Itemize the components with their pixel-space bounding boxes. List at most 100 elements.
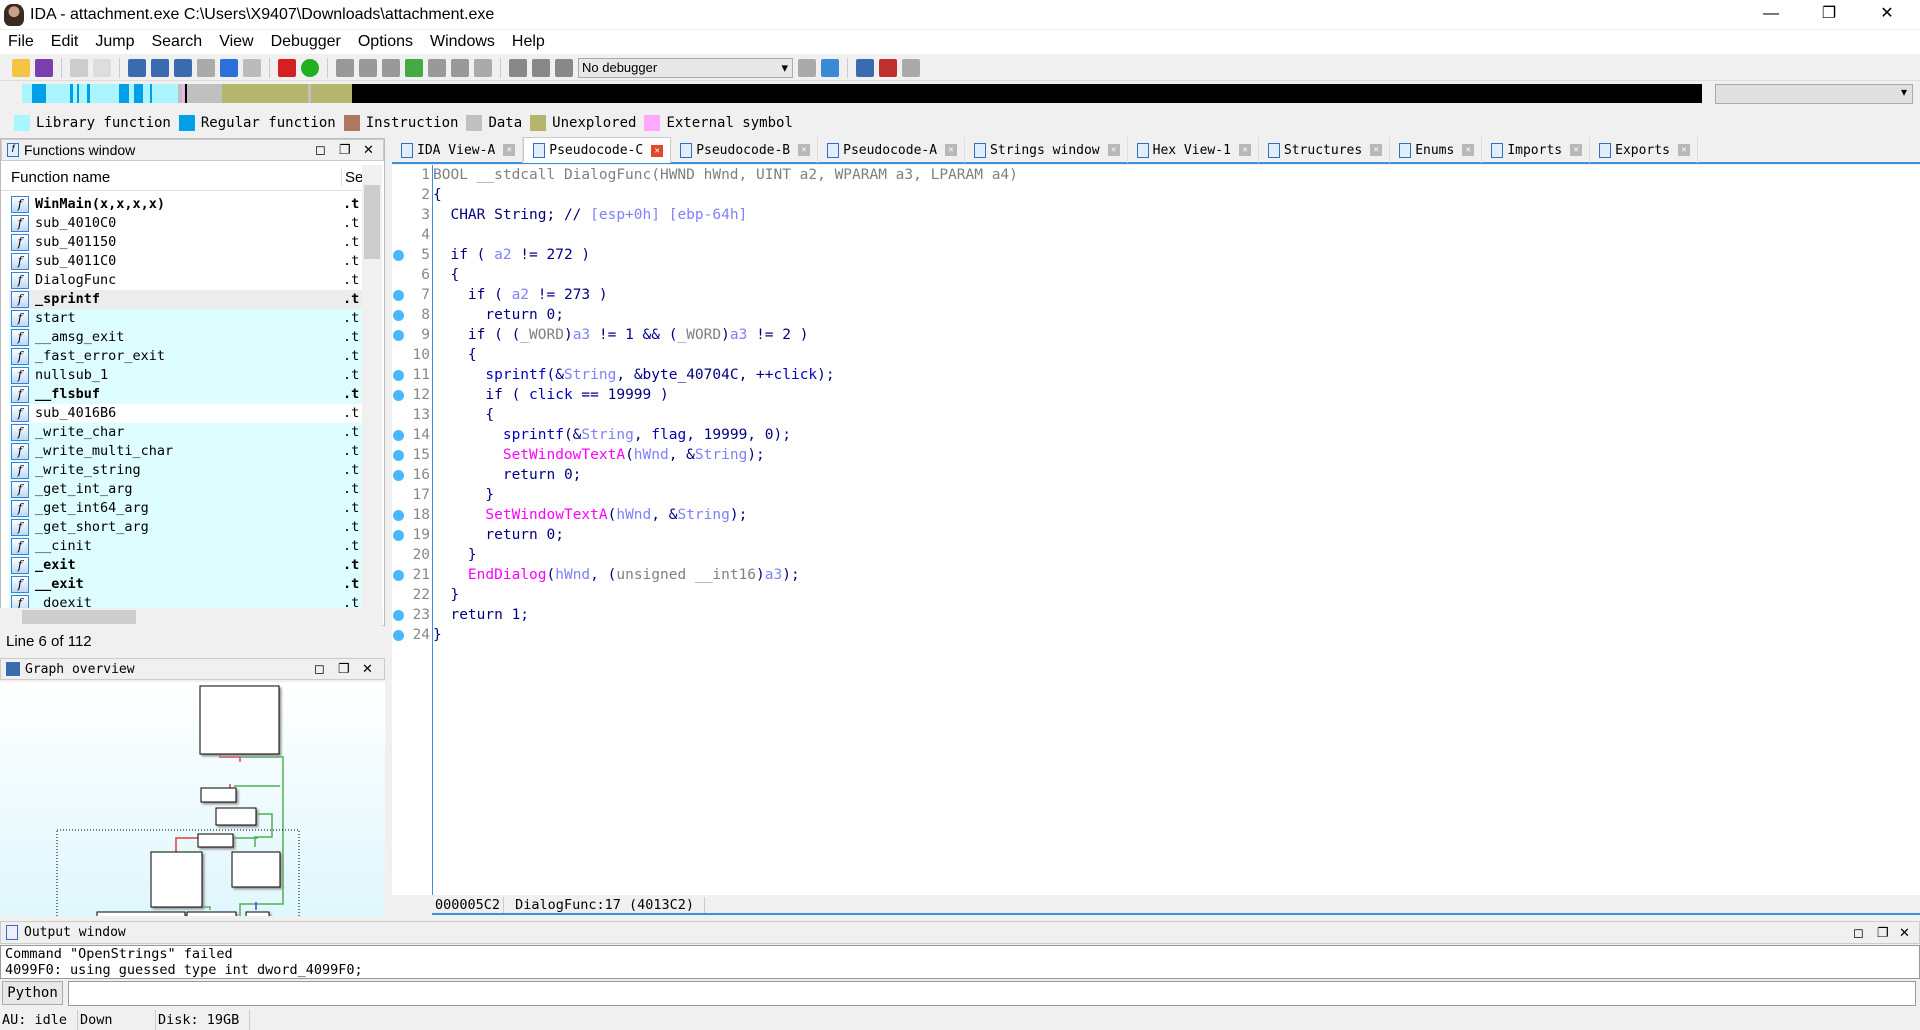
maximize-icon[interactable]: ◻: [1853, 925, 1864, 941]
function-row[interactable]: f nullsub_1 .t: [9, 366, 364, 385]
function-row[interactable]: f _write_string .t: [9, 461, 364, 480]
code-line[interactable]: 18 SetWindowTextA(hWnd, &String);: [392, 505, 1912, 525]
tool-icon[interactable]: [243, 58, 261, 77]
binary-search-icon[interactable]: [128, 58, 146, 77]
code-line[interactable]: 24}: [392, 625, 1912, 645]
function-row[interactable]: f __flsbuf .t: [9, 385, 364, 404]
close-icon[interactable]: ✕: [1899, 925, 1910, 941]
save-icon[interactable]: [35, 58, 53, 77]
menu-edit[interactable]: Edit: [51, 33, 79, 51]
array-icon[interactable]: [428, 58, 446, 77]
scroll-thumb[interactable]: [364, 185, 380, 259]
code-line[interactable]: 17 }: [392, 485, 1912, 505]
function-row[interactable]: f _sprintf .t: [9, 290, 364, 309]
code-line[interactable]: 22 }: [392, 585, 1912, 605]
navigation-band[interactable]: [22, 84, 1702, 103]
menu-options[interactable]: Options: [358, 33, 413, 51]
close-tab-icon[interactable]: ✕: [1570, 144, 1583, 156]
attach-icon[interactable]: [798, 58, 816, 77]
function-row[interactable]: f sub_4011C0 .t: [9, 252, 364, 271]
close-tab-icon[interactable]: ✕: [1370, 144, 1383, 156]
functions-vertical-scrollbar[interactable]: [362, 165, 382, 610]
output-text[interactable]: Command "OpenStrings" failed 4099F0: usi…: [0, 945, 1920, 979]
scroll-thumb[interactable]: [22, 610, 136, 624]
maximize-icon[interactable]: ◻: [314, 661, 325, 677]
code-line[interactable]: 14 sprintf(&String, flag, 19999, 0);: [392, 425, 1912, 445]
menu-view[interactable]: View: [219, 33, 253, 51]
text-search-icon[interactable]: [151, 58, 169, 77]
code-line[interactable]: 23 return 1;: [392, 605, 1912, 625]
struct-icon[interactable]: [405, 58, 423, 77]
function-row[interactable]: f __amsg_exit .t: [9, 328, 364, 347]
function-row[interactable]: f sub_401150 .t: [9, 233, 364, 252]
float-icon[interactable]: ❐: [1877, 925, 1889, 941]
close-tab-icon[interactable]: ✕: [503, 144, 516, 156]
minimize-button[interactable]: —: [1748, 0, 1794, 29]
code-line[interactable]: 10 {: [392, 345, 1912, 365]
immediate-search-icon[interactable]: [174, 58, 192, 77]
undefine-icon[interactable]: [474, 58, 492, 77]
add-breakpoint-icon[interactable]: [879, 58, 897, 77]
tab-imports[interactable]: Imports ✕: [1482, 137, 1591, 163]
close-tab-icon[interactable]: ✕: [798, 144, 811, 156]
function-row[interactable]: f _write_multi_char .t: [9, 442, 364, 461]
menu-help[interactable]: Help: [512, 33, 545, 51]
nav-segment-select[interactable]: [1715, 84, 1913, 104]
function-row[interactable]: f DialogFunc .t: [9, 271, 364, 290]
column-segment[interactable]: Se: [341, 169, 363, 186]
menu-jump[interactable]: Jump: [95, 33, 134, 51]
code-line[interactable]: 16 return 0;: [392, 465, 1912, 485]
green-circle-icon[interactable]: [301, 58, 319, 77]
open-icon[interactable]: [12, 58, 30, 77]
function-row[interactable]: f start .t: [9, 309, 364, 328]
code-line[interactable]: 6 {: [392, 265, 1912, 285]
tab-strings-window[interactable]: Strings window ✕: [965, 137, 1128, 163]
function-row[interactable]: f _write_char .t: [9, 423, 364, 442]
list-icon[interactable]: [856, 58, 874, 77]
tab-structures[interactable]: Structures ✕: [1259, 137, 1391, 163]
restore-button[interactable]: ❐: [1806, 0, 1852, 29]
pause-icon[interactable]: [532, 58, 550, 77]
pseudocode-icon[interactable]: [821, 58, 839, 77]
pseudocode-view[interactable]: 1 BOOL __stdcall DialogFunc(HWND hWnd, UI…: [392, 165, 1920, 895]
tab-ida-view-a[interactable]: IDA View-A ✕: [392, 137, 524, 163]
float-icon[interactable]: ❐: [339, 142, 351, 158]
code-line[interactable]: 19 return 0;: [392, 525, 1912, 545]
play-icon[interactable]: [509, 58, 527, 77]
remove-breakpoint-icon[interactable]: [902, 58, 920, 77]
graph-canvas[interactable]: [0, 682, 385, 1001]
code-line[interactable]: 20 }: [392, 545, 1912, 565]
close-tab-icon[interactable]: ✕: [1107, 144, 1120, 156]
code-icon[interactable]: [336, 58, 354, 77]
close-tab-icon[interactable]: ✕: [1238, 144, 1251, 156]
menu-debugger[interactable]: Debugger: [271, 33, 341, 51]
code-line[interactable]: 5 if ( a2 != 272 ): [392, 245, 1912, 265]
function-row[interactable]: f _get_int_arg .t: [9, 480, 364, 499]
next-icon[interactable]: [197, 58, 215, 77]
function-row[interactable]: f sub_4010C0 .t: [9, 214, 364, 233]
python-command-input[interactable]: [68, 981, 1916, 1006]
function-row[interactable]: f __cinit .t: [9, 537, 364, 556]
close-icon[interactable]: ✕: [362, 661, 373, 677]
menu-search[interactable]: Search: [151, 33, 202, 51]
tab-pseudocode-c[interactable]: Pseudocode-C ✕: [523, 137, 672, 163]
tab-hex-view-1[interactable]: Hex View-1 ✕: [1128, 137, 1259, 163]
data-icon[interactable]: [359, 58, 377, 77]
function-row[interactable]: f sub_4016B6 .t: [9, 404, 364, 423]
function-row[interactable]: f _get_int64_arg .t: [9, 499, 364, 518]
tab-exports[interactable]: Exports ✕: [1590, 137, 1698, 163]
close-tab-icon[interactable]: ✕: [651, 144, 664, 157]
code-line[interactable]: 21 EndDialog(hWnd, (unsigned __int16)a3)…: [392, 565, 1912, 585]
tab-pseudocode-a[interactable]: Pseudocode-A ✕: [818, 137, 966, 163]
column-function-name[interactable]: Function name: [11, 169, 110, 186]
function-row[interactable]: f __exit .t: [9, 575, 364, 594]
code-line[interactable]: 2{: [392, 185, 1912, 205]
ida-view-icon[interactable]: [278, 58, 296, 77]
code-line[interactable]: 9 if ( (_WORD)a3 != 1 && (_WORD)a3 != 2 …: [392, 325, 1912, 345]
code-line[interactable]: 3 CHAR String; // [esp+0h] [ebp-64h]: [392, 205, 1912, 225]
tab-pseudocode-b[interactable]: Pseudocode-B ✕: [671, 137, 819, 163]
code-line[interactable]: 15 SetWindowTextA(hWnd, &String);: [392, 445, 1912, 465]
ascii-icon[interactable]: [382, 58, 400, 77]
close-tab-icon[interactable]: ✕: [945, 144, 958, 156]
maximize-icon[interactable]: ◻: [315, 142, 326, 158]
